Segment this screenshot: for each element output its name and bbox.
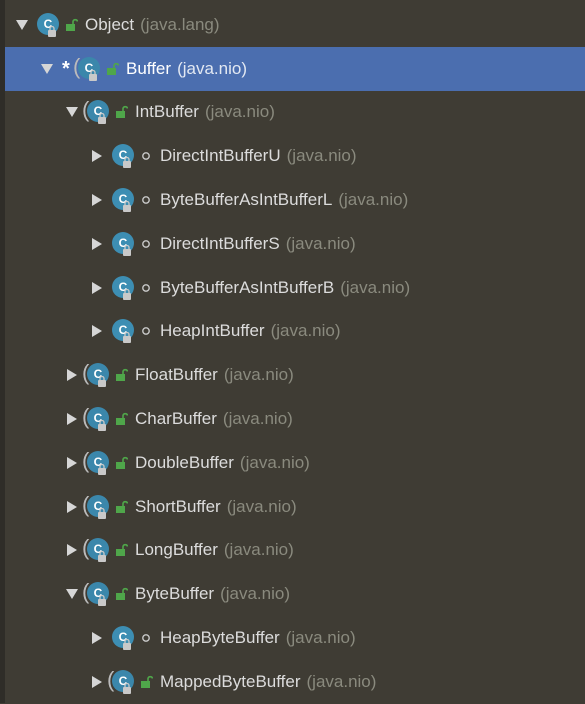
class-icon: (C	[82, 580, 111, 607]
tree-node[interactable]: (C CharBuffer (java.nio)	[5, 397, 585, 441]
class-icon: (C	[73, 54, 102, 82]
class-name: ByteBufferAsIntBufferL	[160, 190, 333, 210]
tree-node[interactable]: C ByteBufferAsIntBufferB (java.nio)	[5, 266, 585, 310]
package-name: (java.nio)	[306, 671, 377, 691]
class-name: IntBuffer	[135, 102, 199, 122]
unlocked-padlock-icon	[104, 61, 120, 77]
package-name: (java.nio)	[226, 496, 297, 516]
package-name: (java.nio)	[239, 452, 310, 472]
class-name: ByteBufferAsIntBufferB	[160, 277, 335, 297]
unlocked-padlock-icon	[113, 411, 129, 427]
tree-node[interactable]: (C ShortBuffer (java.nio)	[5, 485, 585, 529]
class-icon: (C	[82, 405, 111, 432]
package-private-dot-icon	[138, 280, 154, 296]
tree-node[interactable]: *(C Buffer (java.nio)	[5, 46, 585, 91]
package-name: (java.nio)	[222, 409, 293, 429]
unlocked-padlock-icon	[113, 455, 129, 471]
class-icon: C	[110, 318, 136, 344]
unlocked-padlock-icon	[113, 542, 129, 558]
class-icon: (C	[82, 98, 111, 125]
class-icon: (C	[82, 448, 111, 476]
arrow-right-icon[interactable]	[63, 410, 81, 428]
class-name: FloatBuffer	[135, 365, 218, 385]
arrow-right-icon[interactable]	[63, 498, 81, 516]
arrow-right-icon[interactable]	[88, 673, 106, 691]
unlocked-padlock-icon	[63, 17, 79, 33]
tree-node[interactable]: (C DoubleBuffer (java.nio)	[5, 441, 585, 485]
tree-node[interactable]: (C FloatBuffer (java.nio)	[5, 353, 585, 397]
tree-node[interactable]: C Object (java.lang)	[5, 3, 585, 47]
tree-node[interactable]: C HeapByteBuffer (java.nio)	[5, 616, 585, 660]
unlocked-padlock-icon	[113, 499, 129, 515]
class-icon: (C	[82, 536, 111, 563]
class-name: DirectIntBufferS	[160, 233, 280, 253]
class-icon: (C	[82, 361, 111, 388]
class-name: CharBuffer	[135, 409, 217, 429]
tree-node[interactable]: (C LongBuffer (java.nio)	[5, 529, 585, 573]
package-name: (java.nio)	[338, 190, 409, 210]
class-name: HeapByteBuffer	[160, 628, 280, 648]
arrow-down-icon[interactable]	[63, 103, 81, 121]
arrow-right-icon[interactable]	[88, 629, 106, 647]
class-name: ShortBuffer	[135, 496, 221, 516]
class-name: Object	[85, 14, 135, 34]
class-icon: C	[110, 187, 136, 213]
package-name: (java.nio)	[223, 540, 294, 560]
arrow-right-icon[interactable]	[63, 454, 81, 472]
unlocked-padlock-icon	[138, 674, 154, 690]
tree-node[interactable]: (C ByteBuffer (java.nio)	[5, 572, 585, 616]
arrow-right-icon[interactable]	[88, 147, 106, 165]
tree-node[interactable]: C ByteBufferAsIntBufferL (java.nio)	[5, 178, 585, 222]
class-name: DirectIntBufferU	[160, 146, 281, 166]
package-name: (java.nio)	[340, 277, 411, 297]
tree-node[interactable]: C DirectIntBufferU (java.nio)	[5, 134, 585, 178]
arrow-right-icon[interactable]	[63, 366, 81, 384]
package-private-dot-icon	[138, 192, 154, 208]
package-name: (java.nio)	[285, 628, 356, 648]
arrow-right-icon[interactable]	[88, 235, 106, 253]
package-private-dot-icon	[138, 630, 154, 646]
class-icon: C	[110, 143, 136, 169]
class-name: MappedByteBuffer	[160, 671, 301, 691]
package-private-dot-icon	[138, 236, 154, 252]
package-private-dot-icon	[138, 148, 154, 164]
unlocked-padlock-icon	[113, 586, 129, 602]
class-icon: (C	[107, 667, 136, 695]
tree-node[interactable]: (C IntBuffer (java.nio)	[5, 91, 585, 135]
class-icon: C	[110, 625, 136, 651]
class-name: DoubleBuffer	[135, 452, 234, 472]
type-hierarchy-tree: C Object (java.lang) *(C Buffer (java.nio)(C I…	[5, 3, 585, 704]
unlocked-padlock-icon	[113, 367, 129, 383]
package-name: (java.nio)	[177, 58, 247, 78]
class-name: HeapIntBuffer	[160, 321, 265, 341]
package-name: (java.lang)	[140, 14, 220, 34]
package-name: (java.nio)	[223, 365, 294, 385]
package-name: (java.nio)	[286, 146, 357, 166]
tree-node[interactable]: C DirectIntBufferS (java.nio)	[5, 222, 585, 266]
class-name: LongBuffer	[135, 540, 218, 560]
tree-node[interactable]: (C MappedByteBuffer (java.nio)	[5, 660, 585, 704]
package-name: (java.nio)	[220, 584, 290, 604]
package-name: (java.nio)	[270, 321, 341, 341]
arrow-down-icon[interactable]	[13, 16, 31, 34]
arrow-right-icon[interactable]	[88, 279, 106, 297]
tree-node[interactable]: C HeapIntBuffer (java.nio)	[5, 310, 585, 354]
arrow-right-icon[interactable]	[63, 541, 81, 559]
unlocked-padlock-icon	[113, 104, 129, 120]
arrow-right-icon[interactable]	[88, 191, 106, 209]
arrow-down-icon[interactable]	[63, 585, 81, 603]
class-icon: (C	[82, 492, 111, 520]
class-name: Buffer	[126, 58, 172, 78]
package-name: (java.nio)	[204, 102, 275, 122]
class-icon: C	[110, 275, 136, 301]
package-name: (java.nio)	[285, 233, 356, 253]
class-icon: C	[110, 231, 136, 257]
arrow-right-icon[interactable]	[88, 322, 106, 340]
package-private-dot-icon	[138, 323, 154, 339]
class-name: ByteBuffer	[135, 584, 215, 604]
arrow-down-icon[interactable]	[38, 60, 56, 78]
class-icon: C	[35, 12, 61, 38]
